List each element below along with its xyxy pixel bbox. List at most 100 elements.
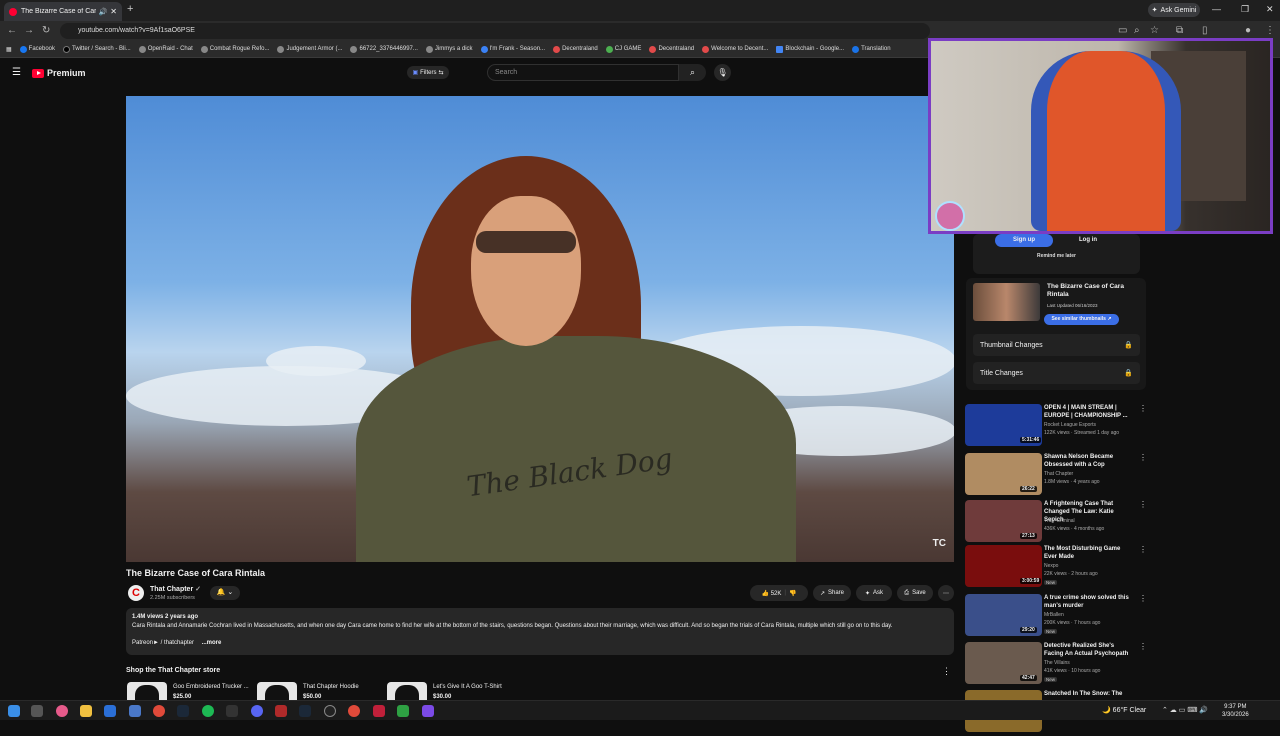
bookmark-star-icon[interactable]: ☆ <box>1150 25 1159 36</box>
moon-icon: 🌙 <box>1102 707 1111 714</box>
start-icon[interactable] <box>8 705 20 717</box>
task-view-icon[interactable] <box>31 705 43 717</box>
hamburger-menu-icon[interactable]: ☰ <box>12 67 21 78</box>
bookmark-item[interactable]: Jimmys a dick <box>425 45 473 53</box>
more-options-icon[interactable]: ⋮ <box>1139 594 1147 603</box>
back-icon[interactable]: ← <box>7 25 17 36</box>
thumbnail-changes-row[interactable]: Thumbnail Changes 🔒 <box>973 334 1140 356</box>
more-options-icon[interactable]: ⋮ <box>1139 500 1147 509</box>
app-icon[interactable] <box>226 705 238 717</box>
patreon-link[interactable]: Patreon► / thatchapter <box>132 640 194 646</box>
chrome-icon[interactable] <box>153 705 165 717</box>
recommended-stats: 1.8M views · 4 years ago <box>1044 479 1100 485</box>
search-icon[interactable]: ⌕ <box>679 64 706 81</box>
spotify-icon[interactable] <box>202 705 214 717</box>
app-icon[interactable] <box>373 705 385 717</box>
channel-watermark[interactable]: TC <box>933 538 946 549</box>
close-window-icon[interactable]: ✕ <box>1266 4 1274 15</box>
app-icon[interactable] <box>397 705 409 717</box>
recommended-video[interactable]: 27:13 A Frightening Case That Changed The… <box>965 500 1150 546</box>
mail-icon[interactable] <box>104 705 116 717</box>
youtube-logo[interactable]: Premium <box>32 68 86 78</box>
bookmark-item[interactable]: Combat Rogue Refo... <box>200 45 269 53</box>
microphone-icon[interactable]: 🎙 <box>714 64 731 81</box>
bookmark-item[interactable]: I'm Frank - Season... <box>480 45 545 53</box>
profile-avatar[interactable]: ● <box>1245 25 1251 36</box>
audio-icon[interactable]: 🔊 <box>99 8 108 16</box>
tray-icons[interactable]: ⌃ ☁ ▭ ⌨ 🔊 <box>1162 706 1208 714</box>
browser-tab[interactable]: The Bizarre Case of Cara Rintala 🔊 ✕ <box>4 2 122 21</box>
recommended-video[interactable]: 5:31:46 OPEN 4 | MAIN STREAM | EUROPE | C… <box>965 404 1150 450</box>
recommended-video[interactable]: 42:47 Detective Realized She's Facing An … <box>965 642 1150 688</box>
description-box[interactable]: 1.4M views 2 years ago Cara Rintala and … <box>126 608 954 655</box>
discord-icon[interactable] <box>251 705 263 717</box>
dislike-icon[interactable]: 👎 <box>789 590 796 597</box>
ask-gemini-button[interactable]: ✦ Ask Gemini <box>1148 3 1200 17</box>
more-options-icon[interactable]: ⋮ <box>1139 453 1147 462</box>
similar-thumbnails-button[interactable]: See similar thumbnails ↗ <box>1044 314 1119 325</box>
weather-widget[interactable]: 🌙 66°F Clear <box>1102 706 1146 714</box>
store-icon[interactable] <box>129 705 141 717</box>
chrome-icon[interactable] <box>348 705 360 717</box>
bookmark-item[interactable]: CJ GAME <box>605 45 641 53</box>
browser-menu-icon[interactable]: ⋮ <box>1265 25 1275 36</box>
close-tab-icon[interactable]: ✕ <box>110 7 117 16</box>
recommended-video[interactable]: 29:20 A true crime show solved this man's… <box>965 594 1150 640</box>
extensions-icon[interactable]: ⧉ <box>1176 25 1183 36</box>
bookmark-item[interactable]: Facebook <box>19 45 55 53</box>
channel-name[interactable]: That Chapter ✓ <box>150 585 201 593</box>
zoom-icon[interactable]: ⌕ <box>1134 25 1140 36</box>
recommended-stats: 436K views · 4 months ago <box>1044 526 1105 532</box>
cast-icon[interactable]: ▭ <box>1118 25 1127 36</box>
show-more-link[interactable]: ...more <box>202 640 222 646</box>
more-actions-icon[interactable]: ⋯ <box>938 585 954 601</box>
app-icon[interactable] <box>56 705 68 717</box>
sidepanel-icon[interactable]: ▯ <box>1202 25 1208 36</box>
more-options-icon[interactable]: ⋮ <box>1139 404 1147 413</box>
sign-up-button[interactable]: Sign up <box>995 234 1053 247</box>
filters-button[interactable]: ▣ Filters ⇆ <box>407 66 449 79</box>
notification-bell-button[interactable]: 🔔 ⌄ <box>210 586 240 600</box>
new-tab-button[interactable]: + <box>127 3 133 15</box>
duration-badge: 3:00:59 <box>1020 578 1042 584</box>
bookmark-item[interactable]: Blockchain - Google... <box>776 45 844 53</box>
share-button[interactable]: ↗ Share <box>813 585 851 601</box>
steam-icon[interactable] <box>299 705 311 717</box>
bookmark-item[interactable]: Twitter / Search - Bli... <box>63 45 131 53</box>
like-button[interactable]: 👍 52K <box>762 590 782 597</box>
minimize-icon[interactable]: — <box>1212 4 1221 14</box>
bookmark-item[interactable]: Decentraland <box>649 45 694 53</box>
url-field[interactable]: youtube.com/watch?v=9Af1saO6PSE <box>60 23 930 39</box>
search-input[interactable]: Search <box>487 64 679 81</box>
clock[interactable]: 9:37 PM 3/30/2026 <box>1222 703 1249 719</box>
app-icon[interactable] <box>422 705 434 717</box>
reload-icon[interactable]: ↻ <box>42 25 50 36</box>
file-explorer-icon[interactable] <box>80 705 92 717</box>
remind-later-link[interactable]: Remind me later <box>973 253 1140 259</box>
channel-avatar[interactable]: C <box>128 585 144 601</box>
obs-icon[interactable] <box>324 705 336 717</box>
maximize-icon[interactable]: ❐ <box>1241 4 1249 15</box>
app-icon[interactable] <box>275 705 287 717</box>
more-options-icon[interactable]: ⋮ <box>1139 545 1147 554</box>
save-button[interactable]: ⎙ Save <box>897 585 933 601</box>
bookmark-item[interactable]: 66722_3376446997... <box>350 45 418 53</box>
filters-extension-icon: ▣ <box>412 70 419 76</box>
store-more-icon[interactable]: ⋮ <box>942 666 951 677</box>
video-player[interactable]: The Black Dog TC <box>126 96 954 562</box>
tab-title: The Bizarre Case of Cara Rintala <box>21 8 96 15</box>
recommended-video[interactable]: 26:22 Shawna Nelson Became Obsessed with … <box>965 453 1150 499</box>
bookmark-item[interactable]: Decentraland <box>553 45 598 53</box>
bookmark-item[interactable]: Judgement Armor (... <box>277 45 342 53</box>
recommended-video[interactable]: 3:00:59 The Most Disturbing Game Ever Mad… <box>965 545 1150 591</box>
forward-icon[interactable]: → <box>24 25 34 36</box>
title-changes-row[interactable]: Title Changes 🔒 <box>973 362 1140 384</box>
bookmark-item[interactable]: Translation <box>852 45 891 53</box>
more-options-icon[interactable]: ⋮ <box>1139 642 1147 651</box>
apps-icon[interactable]: ▦ <box>6 46 12 53</box>
log-in-button[interactable]: Log in <box>1060 234 1116 247</box>
bookmark-item[interactable]: OpenRaid - Chat <box>138 45 193 53</box>
ask-button[interactable]: ✦ Ask <box>856 585 892 601</box>
bookmark-item[interactable]: Welcome to Decent... <box>702 45 768 53</box>
steam-icon[interactable] <box>177 705 189 717</box>
